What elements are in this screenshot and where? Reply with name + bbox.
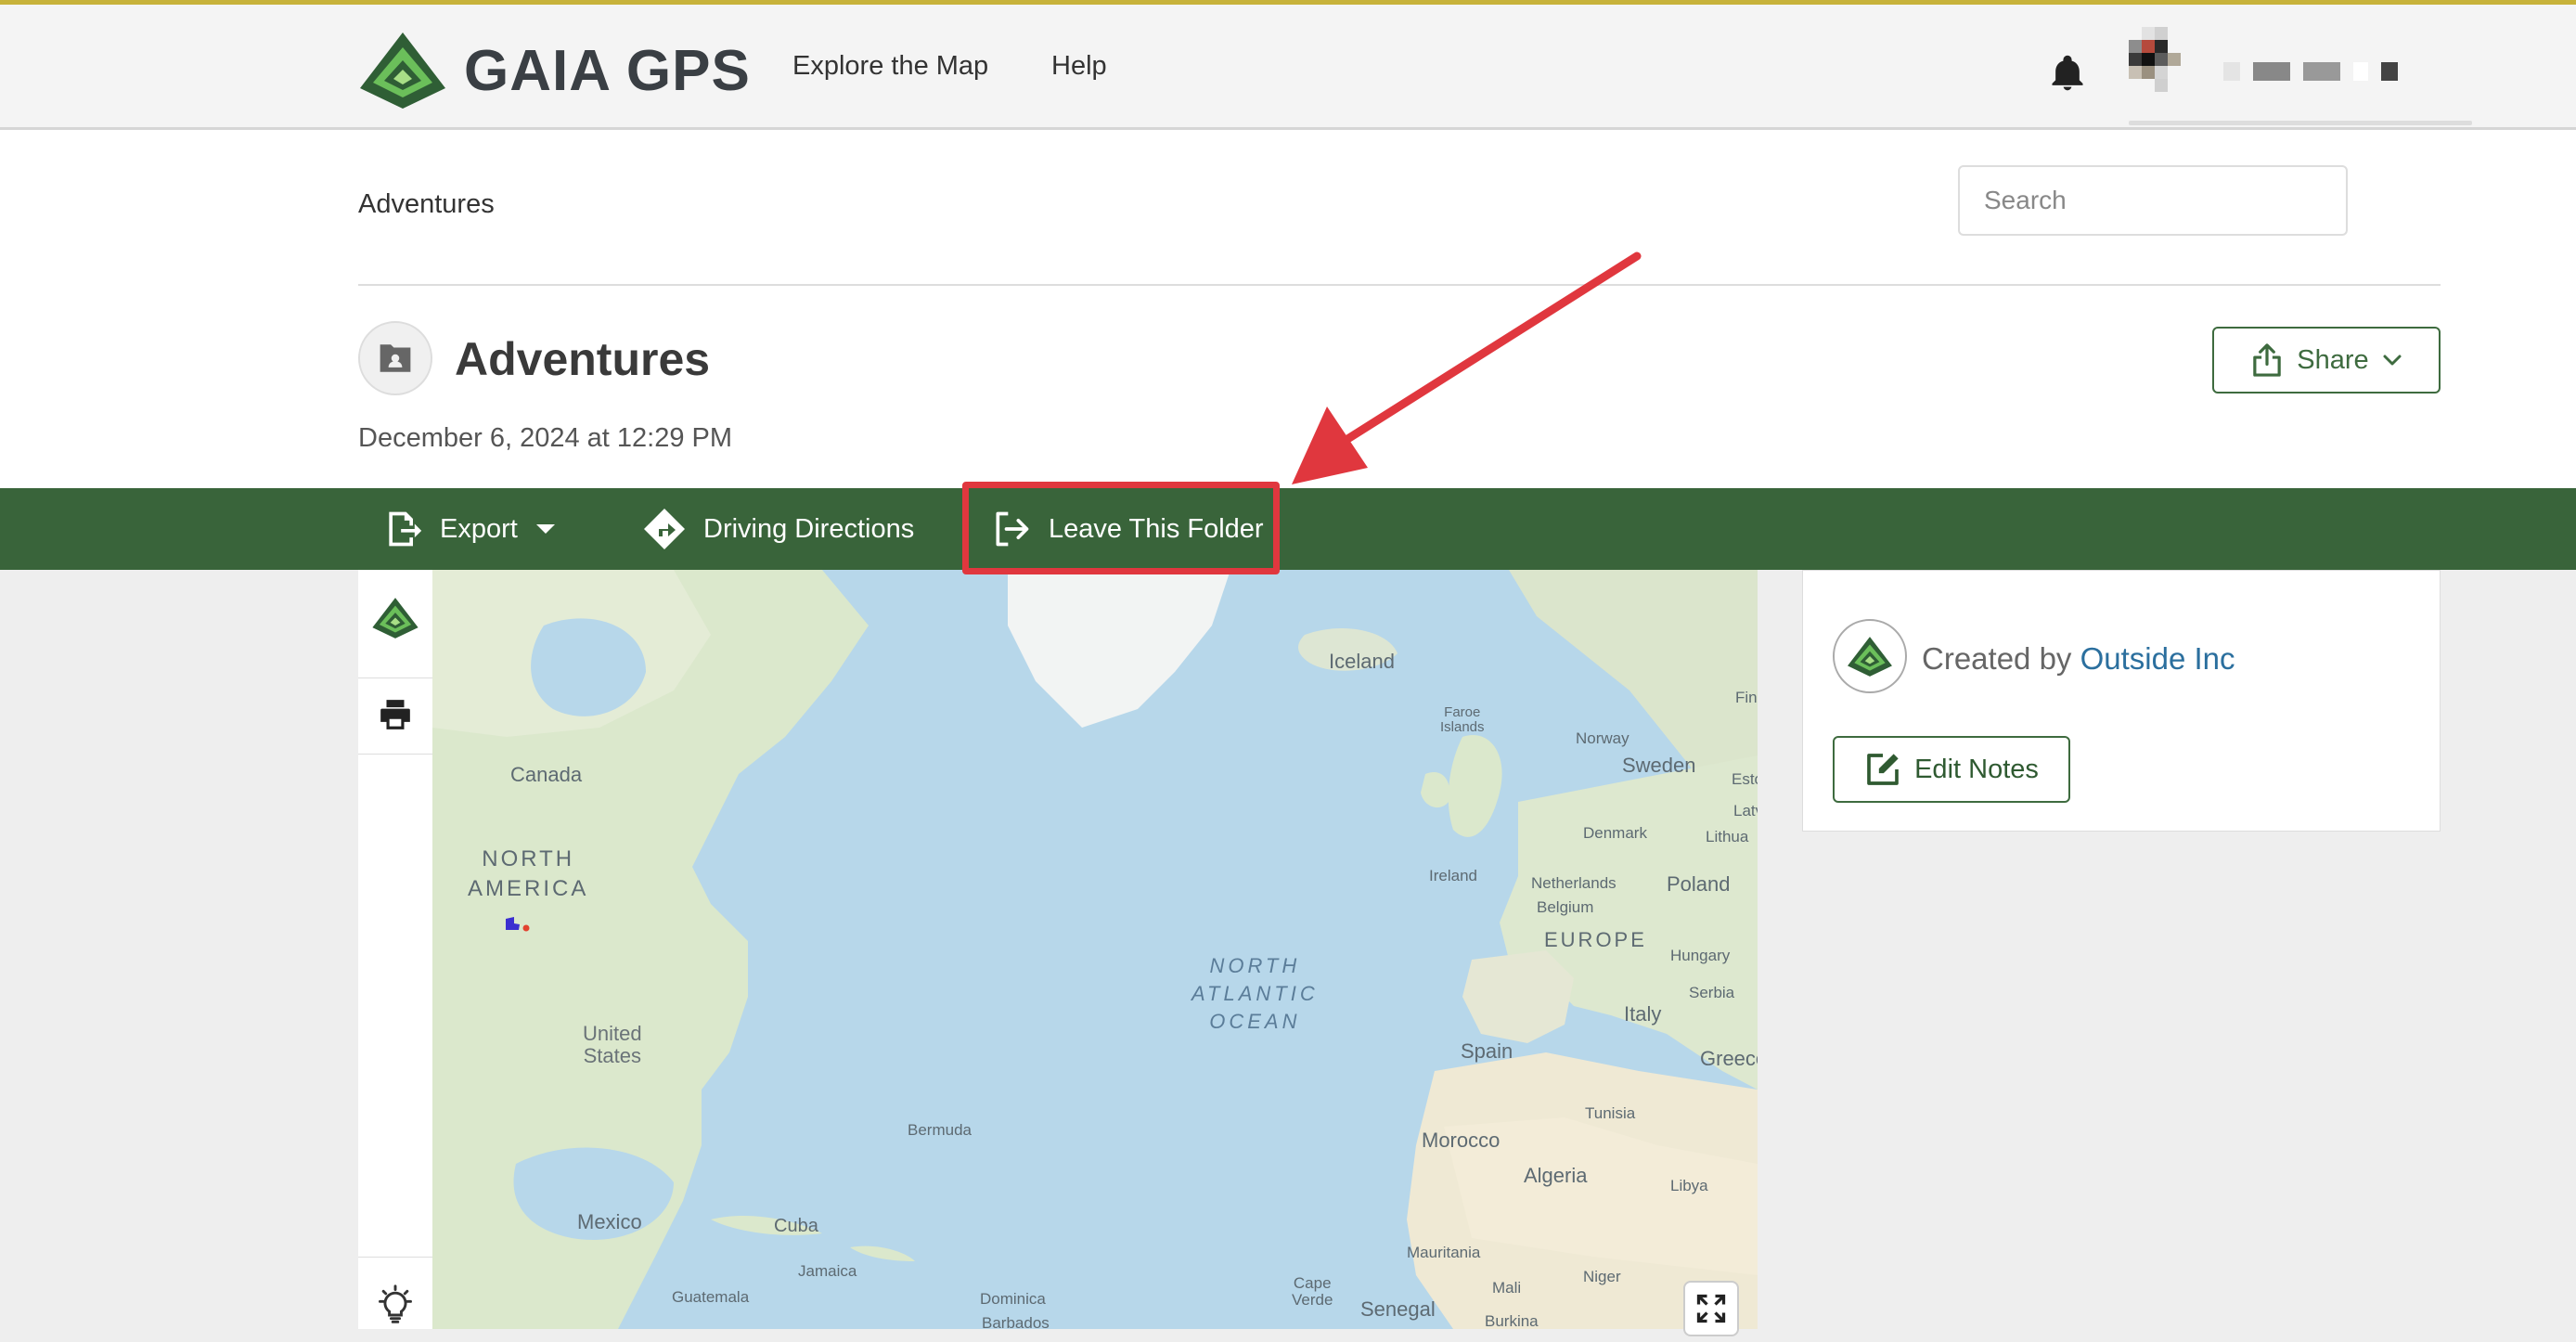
page-title: Adventures bbox=[455, 333, 711, 385]
lightbulb-icon bbox=[379, 1284, 412, 1323]
notification-bell-icon[interactable] bbox=[2047, 53, 2088, 94]
folder-info-card: Created by Outside Inc Edit Notes bbox=[1802, 570, 2441, 832]
map-label-faroe-islands: Faroe Islands bbox=[1440, 704, 1485, 735]
share-label: Share bbox=[2297, 344, 2369, 375]
map-label-denmark: Denmark bbox=[1583, 824, 1647, 842]
edit-pencil-icon bbox=[1867, 754, 1899, 785]
leave-folder-button[interactable]: Leave This Folder bbox=[991, 488, 1264, 570]
edit-notes-button[interactable]: Edit Notes bbox=[1833, 736, 2070, 803]
tips-button[interactable] bbox=[358, 1268, 432, 1342]
map-label-latvia: Latv bbox=[1733, 802, 1758, 819]
directions-diamond-icon bbox=[644, 509, 685, 549]
map-label-north-atlantic-ocean: NORTH ATLANTIC OCEAN bbox=[1191, 954, 1319, 1033]
created-by-prefix: Created by bbox=[1922, 641, 2080, 676]
map-label-dominica: Dominica bbox=[980, 1290, 1046, 1308]
map-label-sweden: Sweden bbox=[1622, 754, 1696, 777]
map-tool-strip bbox=[358, 570, 433, 1329]
layers-button[interactable] bbox=[358, 581, 432, 655]
map-label-italy: Italy bbox=[1624, 1002, 1662, 1026]
gaia-logo-icon bbox=[360, 32, 445, 109]
map-label-morocco: Morocco bbox=[1422, 1129, 1501, 1152]
shared-folder-icon bbox=[380, 344, 411, 372]
user-menu-underline bbox=[2129, 121, 2472, 125]
created-by-text: Created by Outside Inc bbox=[1922, 641, 2235, 677]
gaia-creator-logo-icon bbox=[1848, 636, 1892, 677]
map-label-burkina: Burkina bbox=[1485, 1312, 1539, 1329]
map-label-algeria: Algeria bbox=[1524, 1164, 1588, 1187]
printer-icon bbox=[380, 700, 410, 729]
header-divider bbox=[358, 284, 2441, 286]
map-label-united-states: United States bbox=[583, 1022, 642, 1067]
folder-badge bbox=[358, 321, 432, 395]
map-label-hungary: Hungary bbox=[1670, 947, 1731, 964]
map-label-cuba: Cuba bbox=[774, 1216, 818, 1236]
folder-toolbar: Export Driving Directions Leave This Fol… bbox=[0, 488, 2576, 570]
map-label-libya: Libya bbox=[1670, 1177, 1708, 1194]
caret-down-icon[interactable] bbox=[535, 523, 557, 536]
map-label-serbia: Serbia bbox=[1689, 984, 1735, 1001]
map-label-finland: Fin bbox=[1735, 689, 1758, 706]
creator-link[interactable]: Outside Inc bbox=[2080, 641, 2235, 676]
gaia-layers-icon bbox=[372, 598, 419, 639]
share-button[interactable]: Share bbox=[2212, 327, 2441, 394]
chevron-down-icon bbox=[2383, 355, 2402, 366]
brand-name: GAIA GPS bbox=[464, 38, 751, 103]
map-label-europe: EUROPE bbox=[1544, 928, 1647, 951]
map-label-barbados: Barbados bbox=[982, 1314, 1050, 1329]
map-label-senegal: Senegal bbox=[1360, 1297, 1436, 1321]
driving-directions-button[interactable]: Driving Directions bbox=[642, 488, 914, 570]
map-label-estonia: Esto bbox=[1732, 770, 1758, 788]
breadcrumb[interactable]: Adventures bbox=[358, 189, 495, 220]
search-input[interactable] bbox=[1958, 165, 2348, 236]
edit-notes-label: Edit Notes bbox=[1914, 754, 2039, 784]
leave-folder-label: Leave This Folder bbox=[1049, 513, 1264, 544]
map-label-norway: Norway bbox=[1576, 729, 1629, 747]
nav-help[interactable]: Help bbox=[1051, 51, 1107, 82]
map-view[interactable]: Canada NORTH AMERICA United States Mexic… bbox=[432, 570, 1758, 1329]
map-label-mauritania: Mauritania bbox=[1407, 1244, 1481, 1261]
driving-directions-label: Driving Directions bbox=[703, 513, 915, 544]
fullscreen-button[interactable] bbox=[1683, 1281, 1739, 1336]
creator-avatar bbox=[1833, 619, 1907, 693]
map-label-north-america: NORTH AMERICA bbox=[468, 846, 589, 901]
map-label-tunisia: Tunisia bbox=[1585, 1104, 1636, 1122]
expand-fullscreen-icon bbox=[1696, 1294, 1726, 1323]
user-avatar[interactable] bbox=[2129, 27, 2207, 105]
map-label-guatemala: Guatemala bbox=[672, 1288, 750, 1306]
map-label-bermuda: Bermuda bbox=[908, 1121, 972, 1139]
nav-explore-map[interactable]: Explore the Map bbox=[792, 51, 988, 82]
map-label-belgium: Belgium bbox=[1537, 898, 1594, 916]
folder-date: December 6, 2024 at 12:29 PM bbox=[358, 423, 733, 453]
export-label: Export bbox=[440, 513, 518, 544]
export-file-icon bbox=[389, 511, 422, 547]
map-label-spain: Spain bbox=[1461, 1039, 1513, 1063]
export-button[interactable]: Export bbox=[382, 488, 557, 570]
map-label-niger: Niger bbox=[1583, 1268, 1621, 1285]
user-name-redacted[interactable] bbox=[2223, 62, 2398, 81]
print-button[interactable] bbox=[358, 677, 432, 752]
brand-logo[interactable]: GAIA GPS bbox=[358, 31, 751, 110]
site-header: GAIA GPS Explore the Map Help bbox=[0, 5, 2576, 130]
leave-exit-icon bbox=[996, 511, 1029, 547]
map-label-netherlands: Netherlands bbox=[1531, 874, 1616, 892]
map-label-mexico: Mexico bbox=[577, 1210, 642, 1233]
map-label-mali: Mali bbox=[1492, 1279, 1522, 1297]
map-label-lithuania: Lithua bbox=[1706, 828, 1749, 845]
map-label-iceland: Iceland bbox=[1329, 650, 1395, 673]
map-label-jamaica: Jamaica bbox=[798, 1262, 857, 1280]
map-label-cape-verde: Cape Verde bbox=[1292, 1274, 1333, 1309]
map-label-canada: Canada bbox=[510, 763, 583, 786]
share-upload-icon bbox=[2253, 343, 2282, 377]
map-label-ireland: Ireland bbox=[1429, 867, 1477, 884]
map-label-poland: Poland bbox=[1667, 872, 1731, 896]
map-label-greece: Greece bbox=[1700, 1047, 1758, 1070]
